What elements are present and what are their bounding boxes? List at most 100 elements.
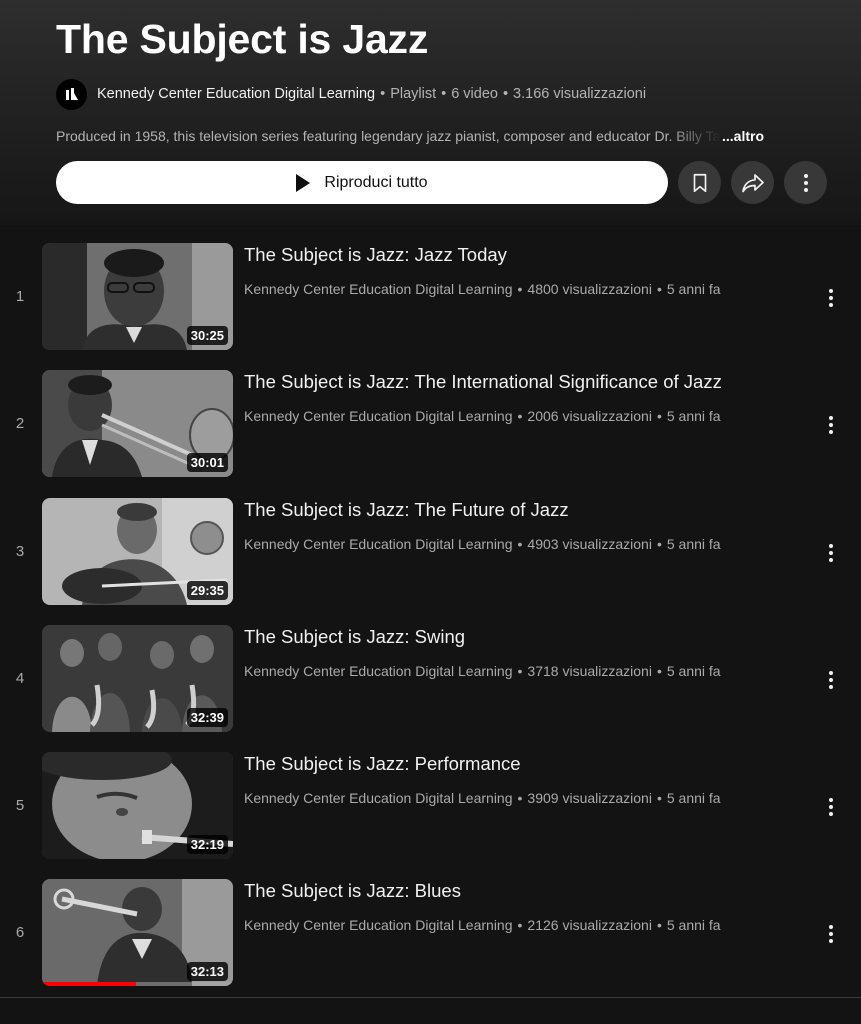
video-row[interactable]: 4 32:39 The Subject is Jazz: Swing Kenne…	[0, 624, 861, 752]
video-duration: 32:13	[186, 962, 228, 982]
meta-separator: •	[517, 535, 523, 552]
more-vert-icon	[829, 289, 833, 307]
more-link[interactable]: ...altro	[722, 128, 764, 144]
playlist-meta: Kennedy Center Education Digital Learnin…	[56, 78, 646, 110]
meta-separator: •	[517, 917, 523, 934]
video-age: 5 anni fa	[666, 281, 721, 297]
playlist-title: The Subject is Jazz	[56, 16, 429, 62]
meta-separator: •	[517, 281, 523, 297]
video-thumbnail[interactable]: 32:39	[42, 624, 233, 732]
video-channel[interactable]: Kennedy Center Education Digital Learnin…	[244, 408, 513, 424]
save-playlist-button[interactable]	[678, 161, 721, 204]
more-vert-icon	[829, 925, 833, 944]
video-views: 2126 visualizzazioni	[527, 917, 652, 934]
video-thumbnail[interactable]: 32:13	[42, 879, 233, 987]
channel-avatar[interactable]	[56, 78, 87, 110]
share-icon	[741, 173, 764, 192]
meta-separator: •	[656, 662, 662, 679]
meta-separator: •	[502, 86, 509, 102]
video-channel[interactable]: Kennedy Center Education Digital Learnin…	[244, 536, 513, 552]
meta-separator: •	[656, 535, 662, 552]
video-views: 3718 visualizzazioni	[527, 662, 652, 679]
meta-separator: •	[517, 662, 523, 679]
channel-name[interactable]: Kennedy Center Education Digital Learnin…	[97, 86, 375, 102]
meta-separator: •	[517, 408, 523, 425]
video-row[interactable]: 1 30:25 The Subject is Jazz: Jazz Today …	[0, 243, 861, 370]
video-channel[interactable]: Kennedy Center Education Digital Learnin…	[244, 917, 513, 933]
video-age: 5 anni fa	[666, 790, 721, 807]
video-age: 5 anni fa	[666, 917, 721, 934]
video-title[interactable]: The Subject is Jazz: The Future of Jazz	[244, 499, 569, 521]
video-menu-button[interactable]	[816, 792, 846, 822]
video-views: 4800 visualizzazioni	[527, 281, 652, 297]
video-channel[interactable]: Kennedy Center Education Digital Learnin…	[244, 790, 513, 806]
video-menu-button[interactable]	[816, 919, 846, 949]
video-row[interactable]: 2 30:01 The Subject is Jazz: The Interna…	[0, 370, 861, 497]
video-views: 3909 visualizzazioni	[527, 790, 652, 807]
video-age: 5 anni fa	[666, 535, 721, 552]
video-index: 2	[15, 415, 25, 433]
play-icon	[296, 173, 311, 192]
playlist-header: The Subject is Jazz Kennedy Center Educa…	[0, 0, 861, 225]
video-channel[interactable]: Kennedy Center Education Digital Learnin…	[244, 663, 513, 679]
view-count: 3.166 visualizzazioni	[513, 86, 647, 102]
meta-separator: •	[656, 917, 662, 934]
video-meta: Kennedy Center Education Digital Learnin…	[244, 536, 721, 552]
video-index: 1	[15, 288, 25, 305]
playlist-description[interactable]: Produced in 1958, this television series…	[56, 128, 796, 144]
video-channel[interactable]: Kennedy Center Education Digital Learnin…	[244, 281, 513, 297]
video-thumbnail[interactable]: 30:01	[42, 370, 233, 478]
watch-progress-bar	[42, 982, 136, 987]
video-row[interactable]: 5 32:19 The Subject is Jazz: Performance…	[0, 752, 861, 879]
video-index: 5	[15, 797, 25, 815]
video-duration: 32:39	[186, 707, 228, 727]
video-meta: Kennedy Center Education Digital Learnin…	[244, 790, 721, 806]
bookmark-icon	[693, 173, 706, 192]
video-duration: 30:25	[186, 326, 228, 345]
video-list: 1 30:25 The Subject is Jazz: Jazz Today …	[0, 243, 861, 1007]
video-row[interactable]: 6 32:13 The Subject is Jazz: Blues Kenne…	[0, 879, 861, 1006]
meta-separator: •	[380, 86, 386, 102]
video-duration: 30:01	[186, 453, 228, 473]
video-index: 3	[15, 542, 25, 560]
playlist-type: Playlist	[390, 86, 437, 102]
video-duration: 29:35	[186, 580, 228, 600]
video-age: 5 anni fa	[666, 662, 721, 679]
video-thumbnail[interactable]: 32:19	[42, 752, 233, 860]
more-vert-icon	[803, 173, 808, 192]
play-all-label: Riproduci tutto	[324, 173, 428, 191]
video-row[interactable]: 3 29:35 The Subject is Jazz: The Future …	[0, 497, 861, 625]
more-vert-icon	[829, 416, 833, 435]
video-meta: Kennedy Center Education Digital Learnin…	[244, 408, 721, 424]
video-age: 5 anni fa	[666, 408, 721, 425]
video-title[interactable]: The Subject is Jazz: Jazz Today	[244, 244, 507, 266]
video-title[interactable]: The Subject is Jazz: Blues	[244, 880, 461, 902]
more-options-button[interactable]	[784, 161, 827, 204]
video-index: 6	[15, 924, 25, 942]
more-vert-icon	[829, 670, 833, 689]
video-thumbnail[interactable]: 30:25	[42, 243, 233, 350]
video-thumbnail[interactable]: 29:35	[42, 497, 233, 605]
video-count: 6 video	[451, 86, 498, 102]
video-menu-button[interactable]	[816, 538, 846, 568]
meta-separator: •	[441, 86, 447, 102]
play-all-button[interactable]: Riproduci tutto	[56, 161, 668, 204]
meta-separator: •	[656, 790, 662, 807]
video-index: 4	[15, 669, 25, 687]
share-button[interactable]	[731, 161, 774, 204]
video-title[interactable]: The Subject is Jazz: The International S…	[244, 371, 722, 393]
video-meta: Kennedy Center Education Digital Learnin…	[244, 663, 721, 679]
description-text: Produced in 1958, this television series…	[56, 128, 722, 144]
more-vert-icon	[829, 798, 833, 817]
video-menu-button[interactable]	[816, 410, 846, 440]
video-menu-button[interactable]	[816, 283, 846, 313]
video-title[interactable]: The Subject is Jazz: Swing	[244, 626, 465, 648]
meta-separator: •	[656, 281, 662, 297]
meta-separator: •	[656, 408, 662, 425]
video-meta: Kennedy Center Education Digital Learnin…	[244, 281, 721, 297]
video-menu-button[interactable]	[816, 665, 846, 695]
meta-separator: •	[517, 790, 523, 807]
video-duration: 32:19	[186, 835, 228, 855]
bottom-divider	[0, 997, 861, 998]
video-title[interactable]: The Subject is Jazz: Performance	[244, 753, 521, 775]
